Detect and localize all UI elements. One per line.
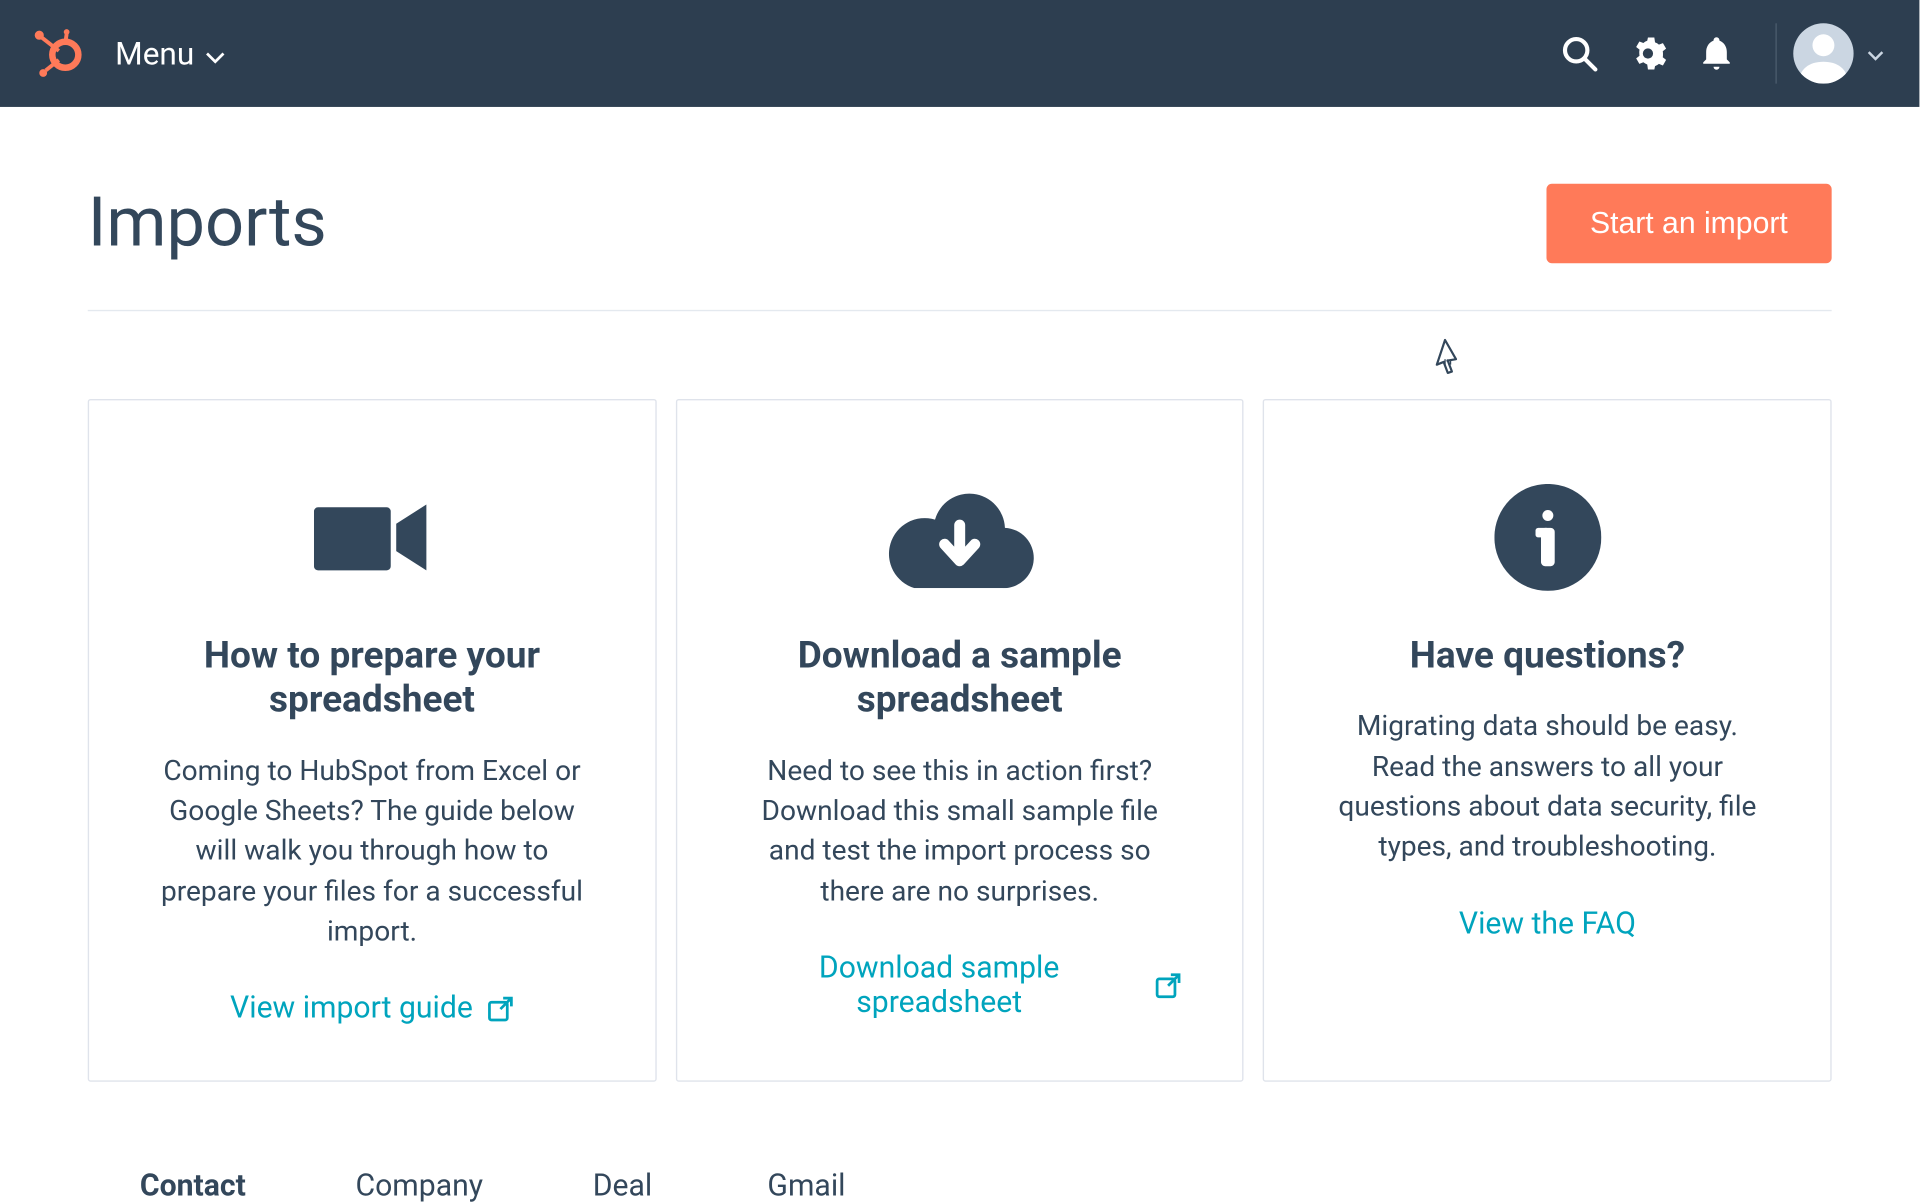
link-label: View import guide bbox=[230, 992, 473, 1026]
divider bbox=[1775, 23, 1776, 83]
external-link-icon bbox=[1155, 972, 1182, 999]
page-header: Imports Start an import bbox=[88, 107, 1832, 311]
external-link-icon bbox=[487, 995, 514, 1022]
info-cards-row: How to prepare your spreadsheet Coming t… bbox=[88, 399, 1832, 1082]
menu-label: Menu bbox=[115, 35, 194, 72]
page-body: Imports Start an import How to prep bbox=[0, 107, 1919, 1204]
account-menu[interactable] bbox=[1793, 23, 1883, 83]
tab-gmail[interactable]: Gmail bbox=[767, 1170, 845, 1204]
card-description: Coming to HubSpot from Excel or Google S… bbox=[149, 752, 594, 953]
start-import-button[interactable]: Start an import bbox=[1546, 184, 1832, 264]
card-questions: Have questions? Migrating data should be… bbox=[1263, 399, 1832, 1082]
card-download-sample: Download a sample spreadsheet Need to se… bbox=[675, 399, 1244, 1082]
view-import-guide-link[interactable]: View import guide bbox=[230, 992, 514, 1026]
menu-dropdown[interactable]: Menu bbox=[115, 35, 224, 72]
chevron-down-icon bbox=[205, 35, 224, 72]
top-nav: Menu bbox=[0, 0, 1919, 107]
view-faq-link[interactable]: View the FAQ bbox=[1459, 907, 1636, 941]
tab-contact[interactable]: Contact bbox=[140, 1170, 246, 1204]
card-description: Need to see this in action first? Downlo… bbox=[737, 752, 1182, 913]
object-tabs: Contact Company Deal Gmail bbox=[88, 1170, 1832, 1204]
card-prepare-spreadsheet: How to prepare your spreadsheet Coming t… bbox=[88, 399, 657, 1082]
bell-icon[interactable] bbox=[1682, 19, 1751, 88]
top-nav-left: Menu bbox=[30, 27, 224, 79]
cursor-icon bbox=[1433, 337, 1469, 384]
avatar bbox=[1793, 23, 1853, 83]
info-icon bbox=[1494, 483, 1601, 593]
card-title: Have questions? bbox=[1410, 633, 1685, 677]
gear-icon[interactable] bbox=[1614, 19, 1683, 88]
page-title: Imports bbox=[88, 184, 327, 264]
link-label: View the FAQ bbox=[1459, 907, 1636, 941]
hubspot-logo-icon[interactable] bbox=[30, 27, 82, 79]
search-icon[interactable] bbox=[1545, 19, 1614, 88]
download-sample-link[interactable]: Download sample spreadsheet bbox=[737, 952, 1182, 1021]
top-nav-right bbox=[1545, 19, 1884, 88]
card-title: How to prepare your spreadsheet bbox=[153, 633, 592, 722]
card-title: Download a sample spreadsheet bbox=[740, 633, 1179, 722]
link-label: Download sample spreadsheet bbox=[737, 952, 1141, 1021]
card-description: Migrating data should be easy. Read the … bbox=[1325, 708, 1770, 869]
video-camera-icon bbox=[314, 483, 429, 593]
tab-deal[interactable]: Deal bbox=[593, 1170, 653, 1204]
chevron-down-icon bbox=[1867, 40, 1883, 66]
tab-company[interactable]: Company bbox=[355, 1170, 483, 1204]
cloud-download-icon bbox=[884, 483, 1035, 593]
